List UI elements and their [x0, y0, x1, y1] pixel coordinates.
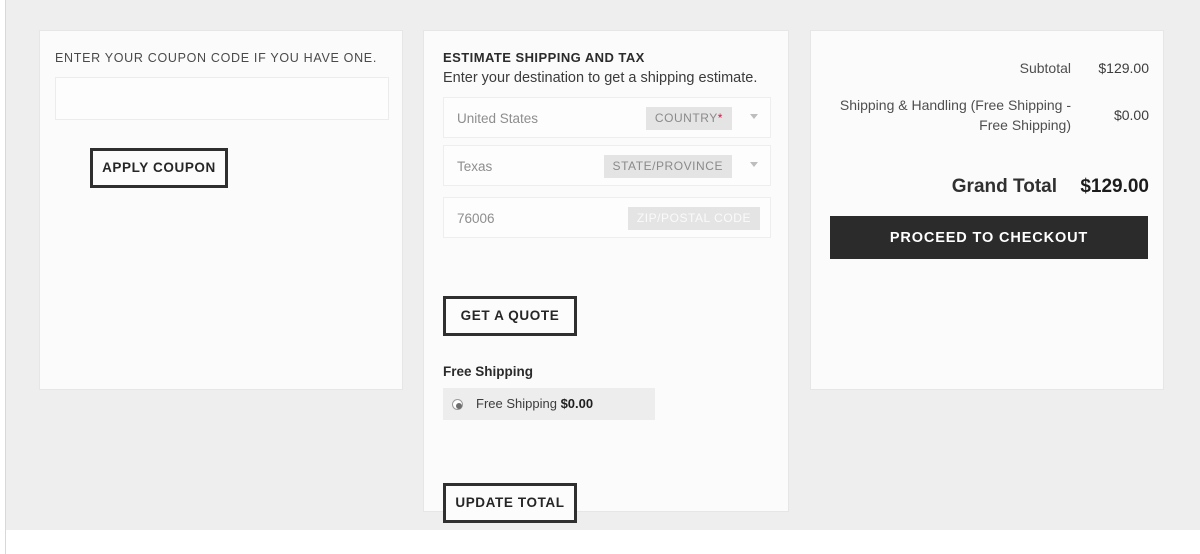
coupon-panel: ENTER YOUR COUPON CODE IF YOU HAVE ONE. … — [39, 30, 403, 390]
grand-total-row: Grand Total $129.00 — [827, 171, 1149, 203]
proceed-to-checkout-button[interactable]: PROCEED TO CHECKOUT — [830, 216, 1148, 259]
get-a-quote-button[interactable]: GET A QUOTE — [443, 296, 577, 336]
subtotal-label: Subtotal — [1020, 58, 1071, 78]
country-select-field[interactable]: United States COUNTRY* — [443, 97, 771, 138]
zip-field-tag: ZIP/POSTAL CODE — [628, 207, 760, 230]
page-background: ENTER YOUR COUPON CODE IF YOU HAVE ONE. … — [5, 0, 1200, 530]
zip-value: 76006 — [457, 198, 495, 239]
shipping-handling-row: Shipping & Handling (Free Shipping - Fre… — [827, 89, 1149, 141]
zip-input-field[interactable]: 76006 ZIP/POSTAL CODE — [443, 197, 771, 238]
shipping-method-label: Free Shipping $0.00 — [476, 388, 593, 420]
shipping-method-option-row[interactable]: Free Shipping $0.00 — [443, 388, 655, 420]
country-field-tag: COUNTRY* — [646, 107, 732, 130]
grand-total-value: $129.00 — [1057, 176, 1149, 198]
state-selected-value: Texas — [457, 146, 492, 187]
country-tag-text: COUNTRY — [655, 111, 718, 125]
page-bottom-strip — [5, 530, 1200, 554]
shipping-panel-subtitle: Enter your destination to get a shipping… — [443, 70, 757, 86]
state-select-field[interactable]: Texas STATE/PROVINCE — [443, 145, 771, 186]
subtotal-row: Subtotal $129.00 — [827, 55, 1149, 81]
shipping-handling-label: Shipping & Handling (Free Shipping - Fre… — [827, 95, 1071, 136]
shipping-method-group-title: Free Shipping — [443, 364, 533, 379]
shipping-estimate-panel: ESTIMATE SHIPPING AND TAX Enter your des… — [423, 30, 789, 512]
coupon-instruction-label: ENTER YOUR COUPON CODE IF YOU HAVE ONE. — [55, 51, 377, 65]
state-field-tag: STATE/PROVINCE — [604, 155, 732, 178]
order-totals-panel: Subtotal $129.00 Shipping & Handling (Fr… — [810, 30, 1164, 390]
grand-total-label: Grand Total — [952, 173, 1057, 201]
required-asterisk-icon: * — [718, 111, 723, 125]
shipping-method-radio[interactable] — [452, 399, 463, 410]
update-total-button[interactable]: UPDATE TOTAL — [443, 483, 577, 523]
shipping-method-name: Free Shipping — [476, 396, 557, 411]
shipping-handling-value: $0.00 — [1071, 107, 1149, 123]
country-selected-value: United States — [457, 98, 538, 139]
subtotal-value: $129.00 — [1071, 60, 1149, 76]
apply-coupon-button[interactable]: APPLY COUPON — [90, 148, 228, 188]
shipping-method-price: $0.00 — [561, 396, 594, 411]
coupon-code-input[interactable] — [55, 77, 389, 120]
chevron-down-icon — [750, 114, 758, 119]
chevron-down-icon — [750, 162, 758, 167]
shipping-panel-title: ESTIMATE SHIPPING AND TAX — [443, 50, 645, 65]
